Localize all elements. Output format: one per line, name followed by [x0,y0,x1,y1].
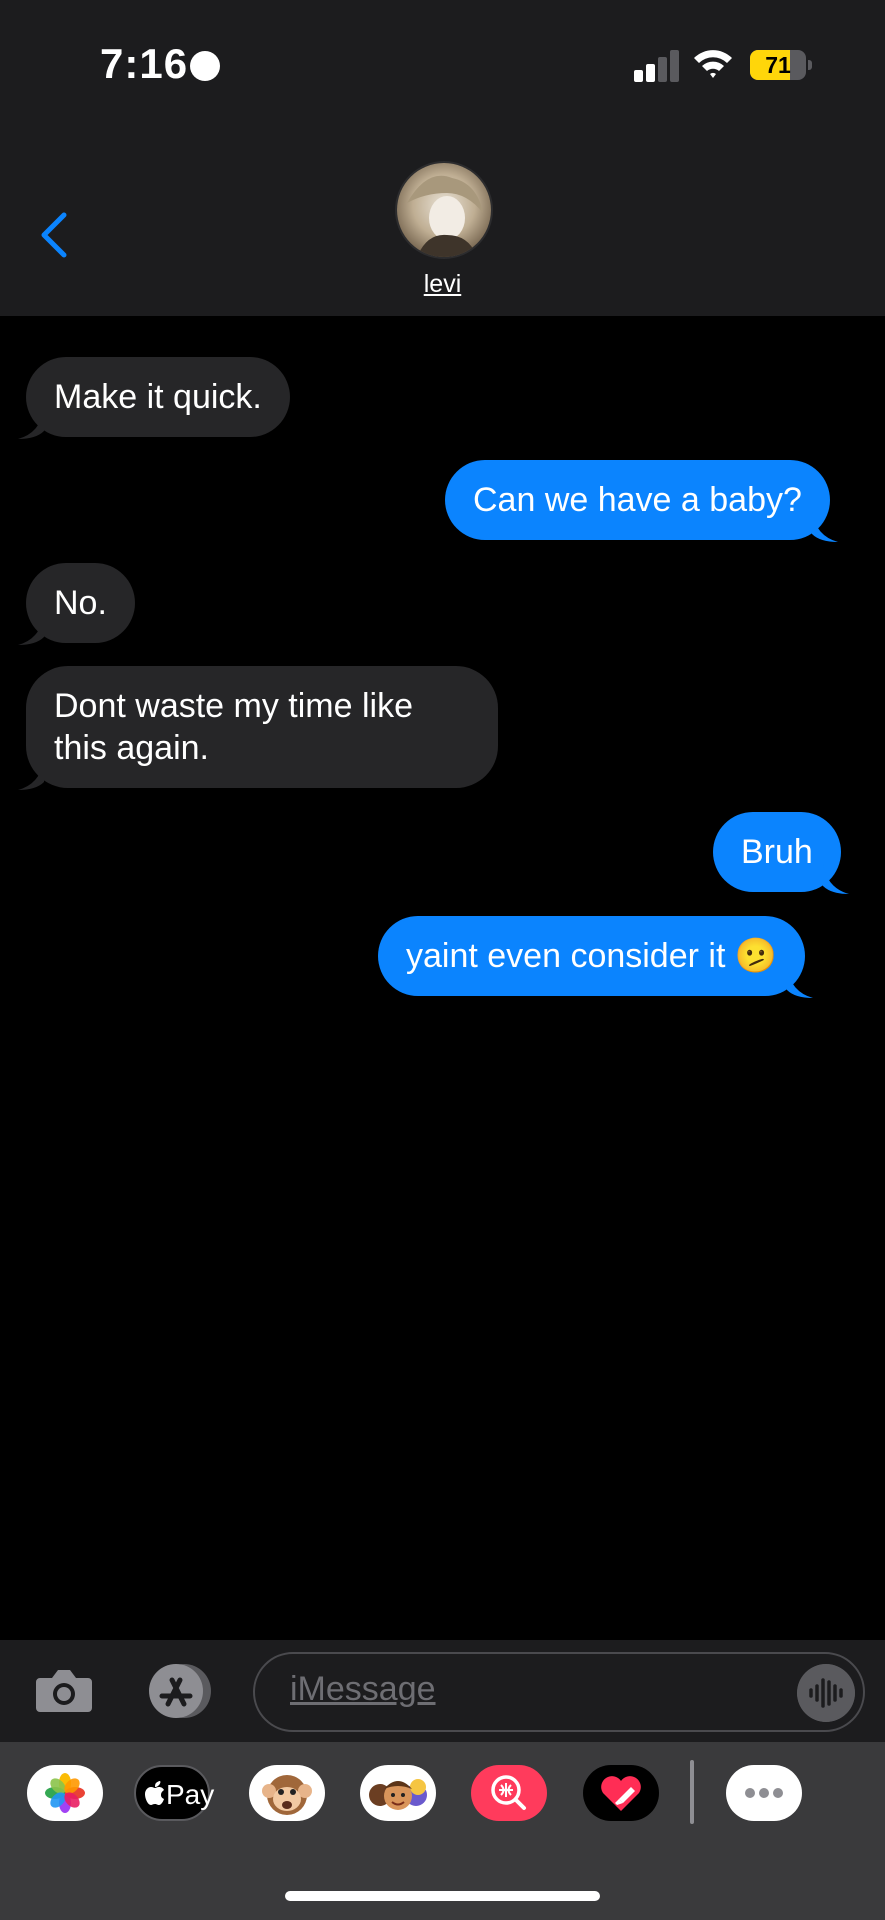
message-text: Bruh [741,833,813,871]
camera-icon[interactable] [34,1662,94,1718]
wifi-icon [694,50,732,78]
message-bubble-outgoing[interactable]: Bruh [713,812,849,894]
message-bubble-incoming[interactable]: No. [18,563,135,645]
message-bubble-incoming[interactable]: Dont waste my time like this again. [18,666,498,790]
battery-indicator: 71 [750,50,812,80]
digital-touch-icon[interactable] [583,1765,659,1821]
battery-percent: 71 [765,52,791,78]
message-bubble-outgoing[interactable]: yaint even consider it 🫤 [378,916,814,998]
message-text: yaint even consider it 🫤 [406,937,778,975]
photos-icon[interactable] [27,1765,103,1821]
message-text: No. [54,584,107,622]
waveform-icon[interactable] [797,1664,855,1722]
message-bubble-incoming[interactable]: Make it quick. [18,357,290,439]
cellular-signal-icon [634,48,680,82]
contact-avatar[interactable] [395,161,493,259]
animoji-icon[interactable] [249,1765,325,1821]
home-indicator[interactable] [285,1891,600,1901]
status-time: 7:16 [100,40,189,87]
message-text: Make it quick. [54,378,262,416]
drawer-separator [690,1760,694,1824]
image-search-icon[interactable] [471,1765,547,1821]
memoji-icon[interactable] [360,1765,436,1821]
apple-pay-label: Pay [166,1779,215,1810]
app-store-icon[interactable] [142,1662,218,1720]
message-bubble-outgoing[interactable]: Can we have a baby? [445,460,838,542]
contact-name[interactable]: levi [0,270,885,299]
focus-indicator-icon [190,51,220,81]
message-input-placeholder: iMessage [290,1670,436,1708]
message-text: Can we have a baby? [473,481,802,519]
more-icon[interactable] [726,1765,802,1821]
chevron-left-icon[interactable] [30,205,80,265]
message-text: Dont waste my time like this again. [54,687,413,767]
apple-pay-icon[interactable]: Pay [134,1765,214,1821]
